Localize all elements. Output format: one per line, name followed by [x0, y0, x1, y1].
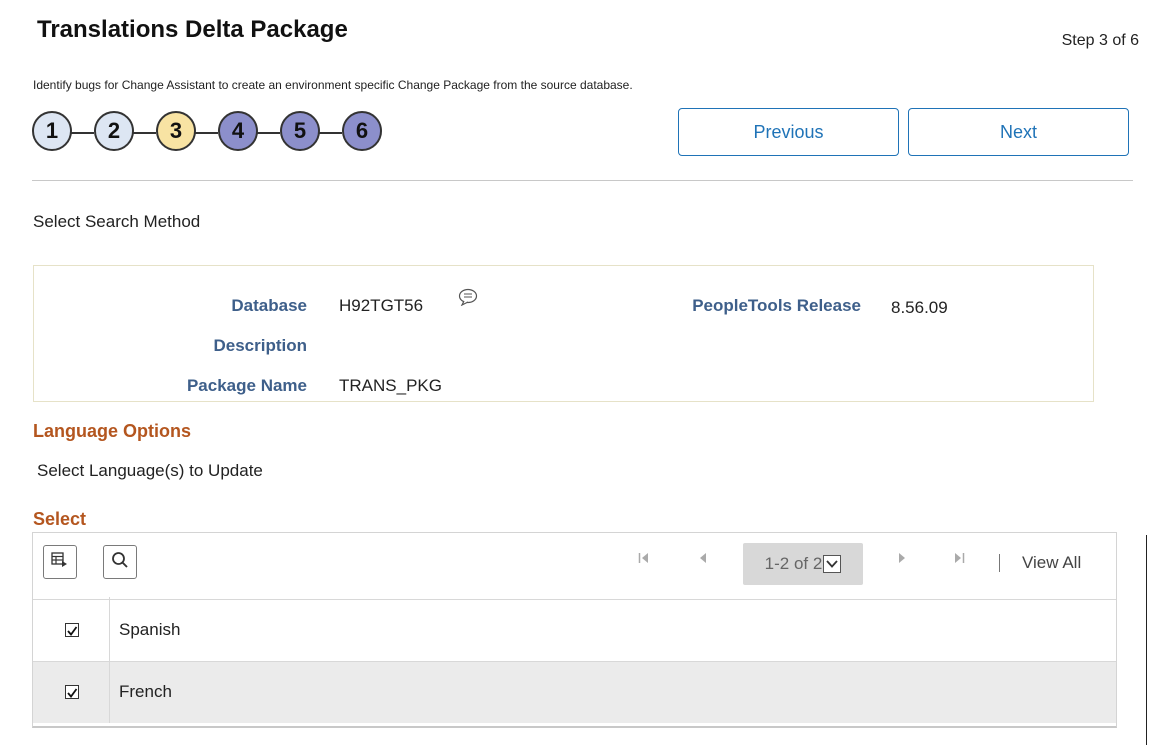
page-title: Translations Delta Package [37, 16, 348, 43]
step-indicator: Step 3 of 6 [1061, 32, 1139, 49]
search-method-label: Select Search Method [33, 212, 201, 231]
step-number: 6 [355, 118, 369, 143]
step-2[interactable]: 2 [94, 111, 134, 151]
step-number: 2 [107, 118, 121, 143]
language-grid: 1-2 of 2 View All Spanish French [32, 532, 1117, 728]
next-button[interactable]: Next [908, 108, 1129, 156]
package-name-label: Package Name [186, 376, 307, 395]
step-train: 1 2 3 4 5 6 [32, 111, 402, 155]
step-number: 3 [169, 118, 183, 143]
grid-personalize-icon [51, 551, 69, 573]
grid-find-button[interactable] [103, 545, 137, 579]
next-page-icon[interactable] [897, 551, 907, 568]
step-number: 1 [45, 118, 59, 143]
speech-bubble-icon[interactable] [458, 288, 478, 311]
language-name: Spanish [119, 620, 181, 639]
package-name-value: TRANS_PKG [339, 376, 442, 395]
divider [32, 180, 1133, 181]
row-checkbox[interactable] [65, 623, 79, 637]
language-options-heading: Language Options [33, 421, 192, 441]
peopletools-release-value: 8.56.09 [891, 298, 948, 317]
step-1[interactable]: 1 [32, 111, 72, 151]
first-page-icon[interactable] [638, 551, 650, 568]
page-range-select[interactable]: 1-2 of 2 [743, 543, 863, 585]
step-6[interactable]: 6 [342, 111, 382, 151]
step-5[interactable]: 5 [280, 111, 320, 151]
step-3[interactable]: 3 [156, 111, 196, 151]
package-info-panel: Database H92TGT56 Description Package Na… [33, 265, 1094, 402]
column-divider [109, 597, 110, 661]
description-label: Description [213, 336, 307, 355]
select-grid-heading: Select [33, 509, 87, 529]
search-icon [111, 551, 129, 574]
page-instructions: Identify bugs for Change Assistant to cr… [33, 78, 633, 92]
language-prompt: Select Language(s) to Update [37, 461, 263, 480]
scrollbar-edge [1146, 535, 1147, 745]
step-connector [318, 132, 342, 134]
step-connector [194, 132, 218, 134]
step-number: 5 [293, 118, 307, 143]
step-number: 4 [231, 118, 245, 143]
previous-button[interactable]: Previous [678, 108, 899, 156]
chevron-down-icon [823, 555, 842, 573]
peopletools-release-label: PeopleTools Release [692, 296, 861, 315]
row-checkbox[interactable] [65, 685, 79, 699]
column-divider [109, 662, 110, 723]
step-connector [70, 132, 94, 134]
checkmark-icon [67, 626, 78, 636]
page-range-text: 1-2 of 2 [764, 554, 823, 573]
checkmark-icon [67, 688, 78, 698]
pager-separator [999, 554, 1000, 572]
previous-page-icon[interactable] [698, 551, 708, 568]
database-label: Database [231, 296, 307, 315]
view-all-link[interactable]: View All [1022, 553, 1081, 573]
database-value: H92TGT56 [339, 296, 424, 315]
step-connector [132, 132, 156, 134]
language-name: French [119, 682, 172, 701]
table-row: French [33, 661, 1116, 723]
grid-personalize-button[interactable] [43, 545, 77, 579]
step-4[interactable]: 4 [218, 111, 258, 151]
table-row: Spanish [33, 597, 1116, 661]
step-connector [256, 132, 280, 134]
last-page-icon[interactable] [953, 551, 965, 568]
